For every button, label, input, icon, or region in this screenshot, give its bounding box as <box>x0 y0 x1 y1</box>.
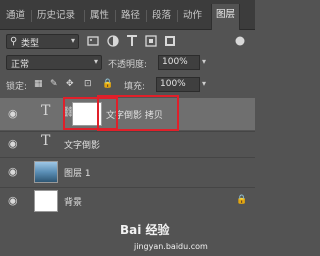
chevron-down-icon: ▾ <box>93 57 98 66</box>
lock-transparent-pixels-icon[interactable]: ▦ <box>34 79 43 89</box>
blend-row: 正常 ▾ 不透明度: 100% ▾ <box>0 53 255 73</box>
shape-filter-icon[interactable] <box>144 34 158 48</box>
smart-object-filter-icon[interactable] <box>163 34 177 48</box>
panel-tab-bar: 通道 历史记录 属性 路径 段落 动作 图层 <box>0 0 255 30</box>
layer-row[interactable]: ◉ T 文字倒影 <box>0 132 255 156</box>
type-filter-icon[interactable] <box>125 34 139 48</box>
fill-input[interactable]: 100% <box>156 77 200 92</box>
opacity-input[interactable]: 100% <box>158 55 200 70</box>
watermark-logo: Bai 经验 <box>120 223 170 237</box>
highlight-box-name <box>97 95 179 131</box>
tab-separator <box>31 10 32 22</box>
layer-background-thumbnail <box>34 190 58 212</box>
tab-paths[interactable]: 路径 <box>121 9 140 23</box>
lock-label: 锁定: <box>6 82 28 92</box>
layer-name[interactable]: 文字倒影 <box>64 138 100 151</box>
chevron-down-icon[interactable]: ▾ <box>202 79 206 88</box>
tab-properties[interactable]: 属性 <box>90 9 109 23</box>
chevron-down-icon[interactable]: ▾ <box>202 57 206 66</box>
tab-separator <box>146 10 147 22</box>
visibility-eye-icon[interactable]: ◉ <box>8 137 18 150</box>
lock-row: 锁定: ▦ ✎ ✥ ⊡ 🔒 填充: 100% ▾ <box>0 76 255 94</box>
tab-paragraph[interactable]: 段落 <box>152 9 171 23</box>
chevron-down-icon: ▾ <box>70 36 75 45</box>
lock-all-icon[interactable]: 🔒 <box>102 79 113 89</box>
adjustment-filter-icon[interactable] <box>106 34 120 48</box>
visibility-eye-icon[interactable]: ◉ <box>8 107 18 120</box>
layer-filter-row: ⚲ 类型 ▾ <box>0 30 255 52</box>
visibility-eye-icon[interactable]: ◉ <box>8 165 18 178</box>
lock-image-pixels-icon[interactable]: ✎ <box>50 79 58 89</box>
opacity-label: 不透明度: <box>108 60 148 70</box>
filter-toggle-icon[interactable] <box>233 34 247 48</box>
watermark-url: jingyan.baidu.com <box>134 242 208 251</box>
blend-mode-value: 正常 <box>11 60 30 70</box>
filter-kind-label: 类型 <box>21 39 40 49</box>
tab-separator <box>177 10 178 22</box>
lock-icon: 🔒 <box>236 195 248 205</box>
image-filter-icon[interactable] <box>86 34 100 48</box>
tab-history[interactable]: 历史记录 <box>37 9 75 23</box>
lock-artboard-icon[interactable]: ⊡ <box>84 79 92 89</box>
filter-kind-select[interactable]: ⚲ 类型 ▾ <box>6 34 79 49</box>
layer-row[interactable]: ◉ 图层 1 <box>0 158 255 186</box>
fill-label: 填充: <box>124 82 146 92</box>
tab-separator <box>115 10 116 22</box>
tab-channels[interactable]: 通道 <box>6 9 25 23</box>
text-layer-icon: T <box>41 133 51 149</box>
text-layer-icon: T <box>41 103 51 119</box>
layer-name[interactable]: 背景 <box>64 195 82 208</box>
visibility-eye-icon[interactable]: ◉ <box>8 194 18 207</box>
tab-actions[interactable]: 动作 <box>183 9 202 23</box>
tab-separator <box>84 10 85 22</box>
lock-position-icon[interactable]: ✥ <box>66 79 74 89</box>
layer-row[interactable]: ◉ 背景 🔒 <box>0 188 255 214</box>
layer-image-thumbnail <box>34 161 58 183</box>
layer-name[interactable]: 图层 1 <box>64 166 91 179</box>
blend-mode-select[interactable]: 正常 ▾ <box>6 55 102 70</box>
search-icon: ⚲ <box>10 36 18 47</box>
tab-layers[interactable]: 图层 <box>211 4 241 30</box>
